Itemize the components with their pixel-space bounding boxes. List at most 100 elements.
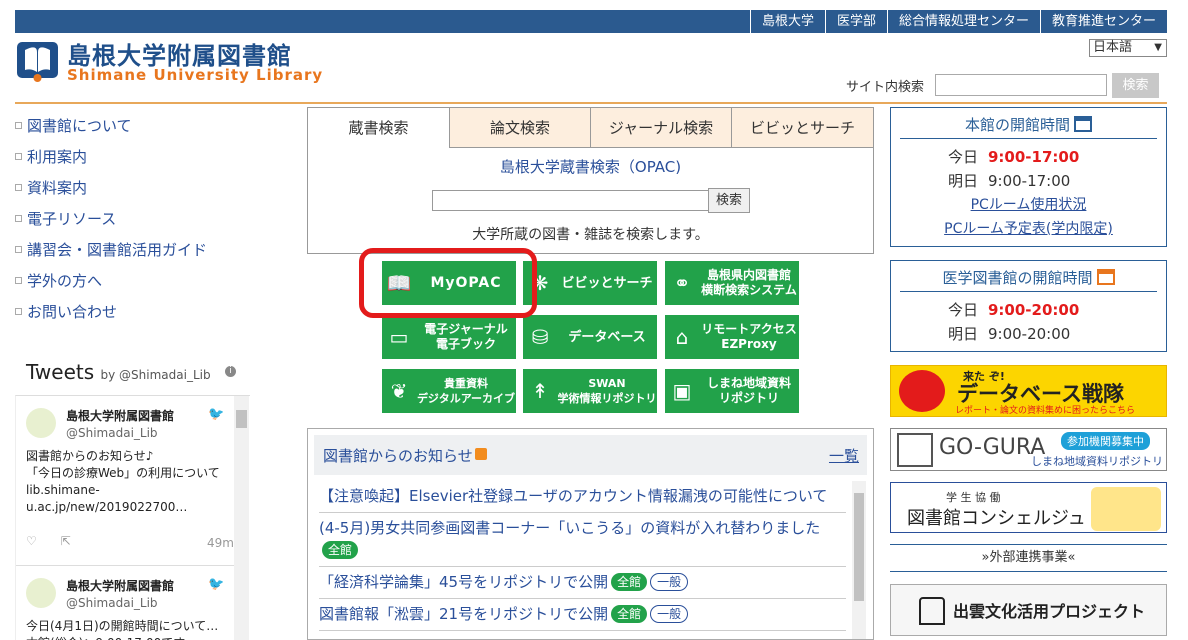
- bullet-icon: [15, 277, 22, 284]
- top-link-medicine[interactable]: 医学部: [824, 10, 887, 33]
- nav-e-resources[interactable]: 電子リソース: [15, 203, 265, 234]
- button-label: 貴重資料 デジタルアーカイブ: [416, 377, 516, 405]
- main-hours-title: 本館の開館時間: [900, 112, 1157, 139]
- banner-sub: レポート・論文の資料集めに困ったらこちら: [955, 406, 1136, 416]
- concierge-banner[interactable]: 学 生 協 働 図書館コンシェルジュ: [890, 482, 1167, 533]
- nav-guide[interactable]: 利用案内: [15, 141, 265, 172]
- scrollbar-thumb[interactable]: [236, 410, 247, 428]
- news-item[interactable]: 【注意喚起】Elsevier社登録ユーザのアカウント情報漏洩の可能性について: [319, 481, 846, 513]
- avatar[interactable]: [26, 408, 56, 438]
- tab-papers[interactable]: 論文検索: [449, 108, 590, 148]
- logo-title-en: Shimane University Library: [67, 66, 324, 84]
- go-gura-banner[interactable]: GO-GURA 参加機関募集中 しまね地域資料リポジトリ: [890, 428, 1167, 471]
- twitter-bird-icon[interactable]: 🐦: [208, 577, 224, 592]
- main-library-hours: 本館の開館時間 今日 9:00-17:00 明日 9:00-17:00 PCルーム使…: [890, 107, 1167, 247]
- bullet-icon: [15, 246, 22, 253]
- news-panel: 図書館からのお知らせ 一覧 【注意喚起】Elsevier社登録ユーザのアカウント…: [307, 428, 874, 640]
- remote-access-button[interactable]: ⌂ リモートアクセス EZProxy: [665, 315, 799, 359]
- tag-all-libraries: 全館: [611, 573, 648, 591]
- ejournal-ebook-button[interactable]: ▭ 電子ジャーナル 電子ブック: [382, 315, 516, 359]
- left-nav: 図書館について 利用案内 資料案内 電子リソース 講習会・図書館活用ガイド 学外…: [15, 110, 265, 327]
- calendar-icon[interactable]: [1074, 116, 1092, 132]
- database-button[interactable]: ⛁ データベース: [523, 315, 657, 359]
- top-link-education-center[interactable]: 教育推進センター: [1039, 10, 1167, 33]
- banner-badge: 参加機関募集中: [1061, 432, 1150, 450]
- student-characters-icon: [1091, 487, 1161, 531]
- hours-row-today: 今日 9:00-17:00: [947, 148, 1080, 166]
- shimane-regional-repository-button[interactable]: ▣ しまね地域資料 リポジトリ: [665, 369, 799, 413]
- seal-icon: ▣: [672, 379, 692, 403]
- language-selected: 日本語: [1093, 40, 1133, 55]
- tweet-author-name[interactable]: 島根大学附属図書館: [66, 577, 174, 594]
- tweet-meta: ♡ ⇱ 49m: [26, 534, 236, 550]
- top-links: 島根大学 医学部 総合情報処理センター 教育推進センター: [749, 10, 1167, 33]
- gogura-seal-icon: [897, 433, 933, 467]
- highlight-circle: [359, 248, 537, 318]
- izumo-project-banner[interactable]: 出雲文化活用プロジェクト: [890, 584, 1167, 636]
- tweets-timeline[interactable]: 島根大学附属図書館 @Shimadai_Lib 🐦 図書館からのお知らせ♪ 「今…: [15, 395, 250, 640]
- tab-vivid-search[interactable]: ビビッとサーチ: [731, 108, 873, 148]
- bullet-icon: [15, 153, 22, 160]
- swan-icon: ↟: [531, 379, 549, 403]
- button-label: SWAN 学術情報リポジトリ: [557, 377, 657, 405]
- prefecture-library-search-button[interactable]: ⚭ 島根県内図書館 横断検索システム: [665, 261, 799, 305]
- tweet-author-name[interactable]: 島根大学附属図書館: [66, 407, 174, 424]
- nav-contact[interactable]: お問い合わせ: [15, 296, 265, 327]
- like-icon[interactable]: ♡: [26, 534, 37, 548]
- info-icon[interactable]: i: [225, 366, 236, 377]
- nav-about[interactable]: 図書館について: [15, 110, 265, 141]
- site-logo[interactable]: 島根大学附属図書館 Shimane University Library: [15, 36, 335, 86]
- avatar[interactable]: [26, 578, 56, 608]
- twitter-bird-icon[interactable]: 🐦: [208, 407, 224, 422]
- vivid-search-button[interactable]: ❋ ビビッとサーチ: [523, 261, 657, 305]
- tweets-title: Tweets by @Shimadai_Lib: [26, 360, 211, 384]
- news-item[interactable]: 「経済科学論集」45号をリポジトリで公開 全館 一般: [319, 567, 846, 599]
- site-search-button[interactable]: 検索: [1112, 73, 1159, 98]
- opac-search-button[interactable]: 検索: [708, 188, 750, 213]
- database-icon: ⛁: [531, 325, 549, 349]
- site-search-input[interactable]: [935, 74, 1107, 96]
- nav-workshops[interactable]: 講習会・図書館活用ガイド: [15, 234, 265, 265]
- tweet-body: 今日(4月1日)の開館時間について… 本館(総合)：9:00-17:00です: [26, 619, 219, 640]
- hours-row-tomorrow: 明日 9:00-20:00: [947, 325, 1071, 343]
- top-link-shimane-univ[interactable]: 島根大学: [749, 10, 825, 33]
- opac-link-text[interactable]: 島根大学蔵書検索（OPAC): [500, 158, 681, 176]
- nav-external-users[interactable]: 学外の方へ: [15, 265, 265, 296]
- izumo-shrine-icon: [919, 597, 945, 625]
- bullet-icon: [15, 215, 22, 222]
- share-icon[interactable]: ⇱: [61, 534, 71, 548]
- top-link-info-center[interactable]: 総合情報処理センター: [886, 10, 1040, 33]
- database-sentai-banner[interactable]: 来た ぞ! データベース戦隊 レポート・論文の資料集めに困ったらこちら: [890, 365, 1167, 417]
- hours-row-tomorrow: 明日 9:00-17:00: [947, 172, 1071, 190]
- tweets-scrollbar[interactable]: [234, 396, 249, 640]
- hours-row-today: 今日 9:00-20:00: [947, 301, 1080, 319]
- pc-room-schedule-link: PCルーム予定表(学内限定): [944, 221, 1113, 237]
- scrollbar-thumb[interactable]: [854, 493, 864, 601]
- tab-catalog[interactable]: 蔵書検索: [308, 108, 449, 148]
- opac-search-input[interactable]: [432, 190, 710, 211]
- button-label: 島根県内図書館 横断検索システム: [701, 268, 797, 297]
- nav-materials[interactable]: 資料案内: [15, 172, 265, 203]
- tweet-item[interactable]: 島根大学附属図書館 @Shimadai_Lib 🐦 図書館からのお知らせ♪ 「今…: [16, 396, 238, 566]
- news-item[interactable]: (4-5月)男女共同参画図書コーナー「いこうる」の資料が入れ替わりました 全館: [319, 513, 846, 567]
- news-scrollbar[interactable]: [852, 481, 866, 639]
- tweet-author-handle[interactable]: @Shimadai_Lib: [66, 426, 158, 440]
- language-select[interactable]: 日本語 ▼: [1089, 39, 1167, 57]
- rare-materials-button[interactable]: ❦ 貴重資料 デジタルアーカイブ: [382, 369, 516, 413]
- rss-icon[interactable]: [474, 448, 487, 460]
- news-list: 【注意喚起】Elsevier社登録ユーザのアカウント情報漏洩の可能性について (…: [319, 481, 846, 631]
- news-all-link[interactable]: 一覧: [829, 445, 859, 466]
- bullet-icon: [15, 308, 22, 315]
- swan-repository-button[interactable]: ↟ SWAN 学術情報リポジトリ: [523, 369, 657, 413]
- tab-journals[interactable]: ジャーナル検索: [590, 108, 731, 148]
- news-item[interactable]: 図書館報「淞雲」21号をリポジトリで公開 全館 一般: [319, 599, 846, 631]
- tweet-author-handle[interactable]: @Shimadai_Lib: [66, 596, 158, 610]
- site-search-label: サイト内検索: [846, 80, 925, 95]
- tweets-by[interactable]: by @Shimadai_Lib: [101, 368, 211, 382]
- chevron-down-icon: ▼: [1154, 42, 1162, 53]
- tweet-time[interactable]: 49m: [207, 536, 234, 550]
- opac-description: 大学所蔵の図書・雑誌を検索します。: [472, 227, 709, 243]
- button-label: リモートアクセス EZProxy: [701, 322, 797, 351]
- tweet-item[interactable]: 島根大学附属図書館 @Shimadai_Lib 🐦 今日(4月1日)の開館時間に…: [16, 566, 238, 640]
- calendar-icon[interactable]: [1096, 269, 1115, 285]
